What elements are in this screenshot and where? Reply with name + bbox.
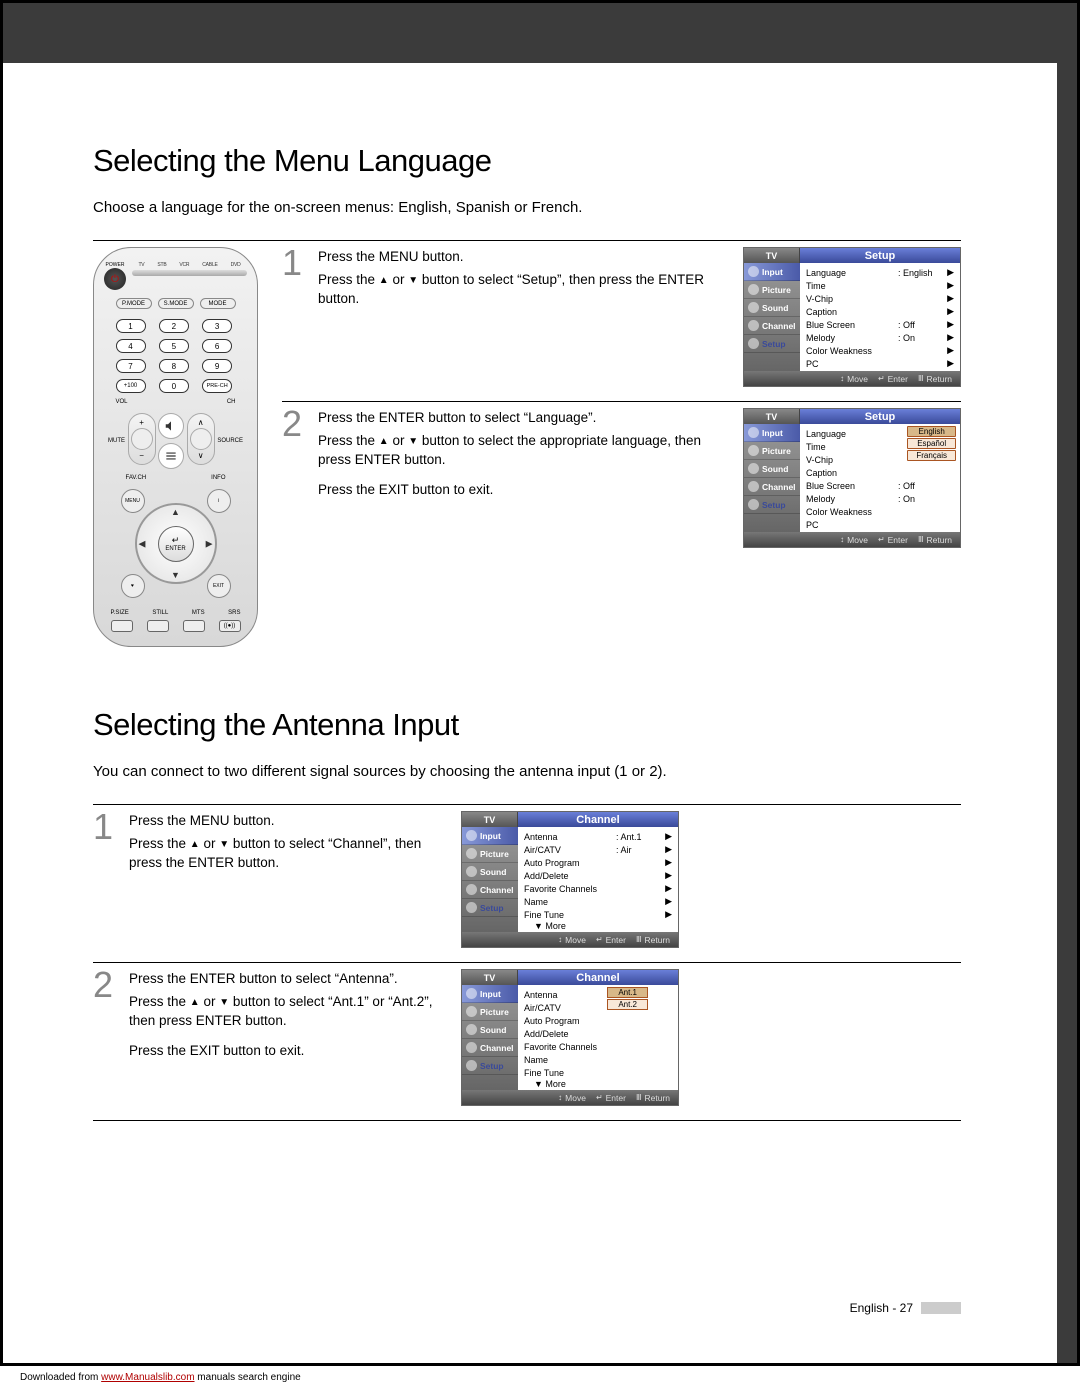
osd-channel-2: TVChannel Input Picture Sound Channel Se… [461,969,679,1106]
divider [93,240,961,241]
download-footer: Downloaded from www.Manualslib.com manua… [0,1366,1080,1389]
channel-icon [748,320,759,331]
s2-step2-number: 2 [93,969,117,1001]
section2-heading: Selecting the Antenna Input [93,707,961,743]
pmode-button: P.MODE [116,298,152,309]
up-arrow-icon: ▲ [379,435,389,450]
section2-intro: You can connect to two different signal … [93,761,961,782]
osd-setup-2: TVSetup Input Picture Sound Channel Setu… [743,408,961,548]
osd-side-input: Input [744,263,800,281]
osd-setup-1: TVSetup Input Picture Sound Channel Setu… [743,247,961,387]
mute-button [158,413,184,439]
vol-rocker: +− [128,413,156,465]
dpad: MENU i ♥ EXIT ▲▼◀▶ ↵ENTER [121,489,231,598]
smode-button: S.MODE [158,298,194,309]
step1-text: Press the MENU button. Press the ▲ or ▼ … [318,247,731,312]
exit-button: EXIT [207,574,231,598]
source-button [158,443,184,469]
s2-step1-number: 1 [93,811,117,843]
manualslib-link[interactable]: www.Manualslib.com [101,1372,194,1383]
osd-channel-1: TVChannel Input Picture Sound Channel Se… [461,811,679,948]
ch-rocker: ∧∨ [187,413,215,465]
up-arrow-icon: ▲ [379,274,389,289]
sound-icon [748,302,759,313]
source-label: SOURCE [217,438,243,444]
power-button-icon: ⏻ [104,268,126,290]
s2-step1-text: Press the MENU button. Press the ▲ or ▼ … [129,811,449,876]
numpad: 123 456 789 +1000PRE-CH [116,319,236,393]
menu-button: MENU [121,489,145,513]
page-footer: English - 27 [850,1301,961,1315]
step2-text: Press the ENTER button to select “Langua… [318,408,731,502]
remote-illustration: POWER ⏻ TVSTBVCRCABLEDVD P.MODE S.MODE M… [93,247,258,647]
picture-icon [748,284,759,295]
step2-number: 2 [282,408,306,440]
setup-icon [748,338,759,349]
section1-intro: Choose a language for the on-screen menu… [93,197,961,218]
section1-heading: Selecting the Menu Language [93,143,961,179]
down-arrow-icon: ▼ [408,435,418,450]
mode-button: MODE [200,298,236,309]
input-icon [748,266,759,277]
enter-button: ↵ENTER [158,526,194,562]
step1-number: 1 [282,247,306,279]
down-arrow-icon: ▼ [408,274,418,289]
mode-labels: TVSTBVCRCABLEDVD [132,262,247,268]
s2-step2-text: Press the ENTER button to select “Antenn… [129,969,449,1063]
mute-label: MUTE [108,438,125,444]
